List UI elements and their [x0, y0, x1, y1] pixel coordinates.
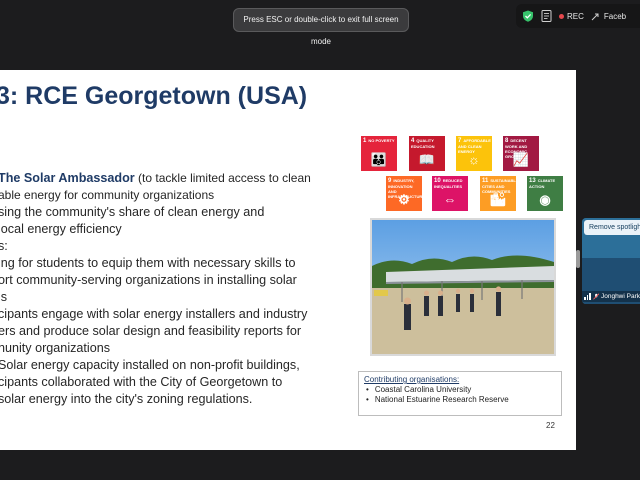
- slide-title: 3: RCE Georgetown (USA): [0, 82, 308, 110]
- sdg-11-tile: 11 SUSTAINABLE CITIES AND COMMUNITIES 🏙: [480, 176, 519, 211]
- sdg-4-tile: 4 QUALITY EDUCATION 📖: [409, 136, 445, 171]
- sdg-label: NO POVERTY: [368, 138, 395, 143]
- body-line-11: nunity organizations: [0, 341, 111, 355]
- participant-name: Jonghwi Park: [600, 293, 640, 300]
- contributing-item: Coastal Carolina University: [364, 385, 556, 395]
- body-line-10: ers and produce solar design and feasibi…: [0, 324, 302, 338]
- sdg-icon: ☼: [468, 152, 480, 167]
- contributing-title: Contributing organisations:: [364, 375, 460, 384]
- facebook-tab-label: Faceb: [603, 11, 627, 21]
- slide-body-text: The Solar Ambassador (to tackle limited …: [0, 170, 348, 408]
- body-line-4: local energy efficiency: [0, 222, 122, 236]
- rec-label: REC: [567, 11, 584, 21]
- body-line-7: ort community-serving organizations in i…: [0, 273, 297, 287]
- sdg-13-tile: 13 CLIMATE ACTION ◉: [527, 176, 563, 211]
- body-line-3: sing the community's share of clean ener…: [0, 205, 265, 219]
- record-dot-icon: [559, 13, 564, 19]
- participant-video-tile[interactable]: Remove spotlight Jonghwi Park: [582, 218, 640, 304]
- body-line-5: s:: [0, 239, 8, 253]
- sdg-icon: ◉: [539, 192, 551, 207]
- signal-bars-icon: [584, 293, 591, 300]
- exit-fullscreen-banner: Press ESC or double-click to exit full s…: [233, 8, 409, 46]
- mic-muted-icon: [592, 293, 599, 300]
- sdg-8-tile: 8 DECENT WORK AND ECONOMIC GROWTH 📈: [503, 136, 539, 171]
- recording-indicator[interactable]: REC: [559, 12, 584, 21]
- sdg-7-tile: 7 AFFORDABLE AND CLEAN ENERGY ☼: [456, 136, 492, 171]
- sdg-number: 1: [363, 138, 367, 144]
- remove-spotlight-button[interactable]: Remove spotlight: [584, 220, 640, 235]
- slide-page-number: 22: [546, 421, 555, 430]
- sdg-icon: 👪: [370, 152, 388, 167]
- participant-name-bar: Jonghwi Park: [582, 291, 640, 302]
- sdg-1-tile: 1 NO POVERTY 👪: [361, 136, 397, 171]
- sdg-icon: ⇔: [443, 192, 457, 207]
- sdg-label: QUALITY EDUCATION: [411, 138, 435, 149]
- contributing-organisations-box: Contributing organisations: Coastal Caro…: [358, 371, 562, 416]
- sdg-10-tile: 10 REDUCED INEQUALITIES ⇔: [432, 176, 468, 211]
- sdg-icon: 📈: [512, 152, 530, 167]
- document-icon[interactable]: [541, 10, 552, 22]
- panel-resize-handle[interactable]: [576, 250, 580, 268]
- body-line-14: solar energy into the city's zoning regu…: [0, 392, 253, 406]
- facebook-tab[interactable]: Faceb: [591, 12, 626, 21]
- body-line-9: cipants engage with solar energy install…: [0, 307, 308, 321]
- contributing-list: Coastal Carolina University National Est…: [364, 385, 556, 405]
- shield-check-icon[interactable]: [522, 10, 534, 22]
- sdg-icon: ⚙: [398, 192, 410, 207]
- program-name: The Solar Ambassador: [0, 171, 135, 185]
- contributing-item: National Estuarine Research Reserve: [364, 395, 556, 405]
- sdg-icon: 🏙: [489, 192, 507, 207]
- presentation-slide: 3: RCE Georgetown (USA) The Solar Ambass…: [0, 70, 576, 450]
- solar-site-photo: [370, 218, 556, 356]
- body-line-2: able energy for community organizations: [0, 188, 215, 202]
- share-icon: [591, 13, 599, 20]
- body-line-6: ing for students to equip them with nece…: [0, 256, 296, 270]
- top-toolbar: REC Faceb: [516, 4, 640, 28]
- sdg-9-tile: 9 INDUSTRY, INNOVATION AND INFRASTRUCTURE…: [386, 176, 425, 211]
- sdg-icon: 📖: [418, 152, 436, 167]
- body-line-8: ls: [0, 290, 8, 304]
- body-line-13: cipants collaborated with the City of Ge…: [0, 375, 283, 389]
- program-desc: (to tackle limited access to clean: [134, 171, 311, 185]
- body-line-1: The Solar Ambassador (to tackle limited …: [0, 170, 348, 187]
- body-line-12: Solar energy capacity installed on non-p…: [0, 358, 300, 372]
